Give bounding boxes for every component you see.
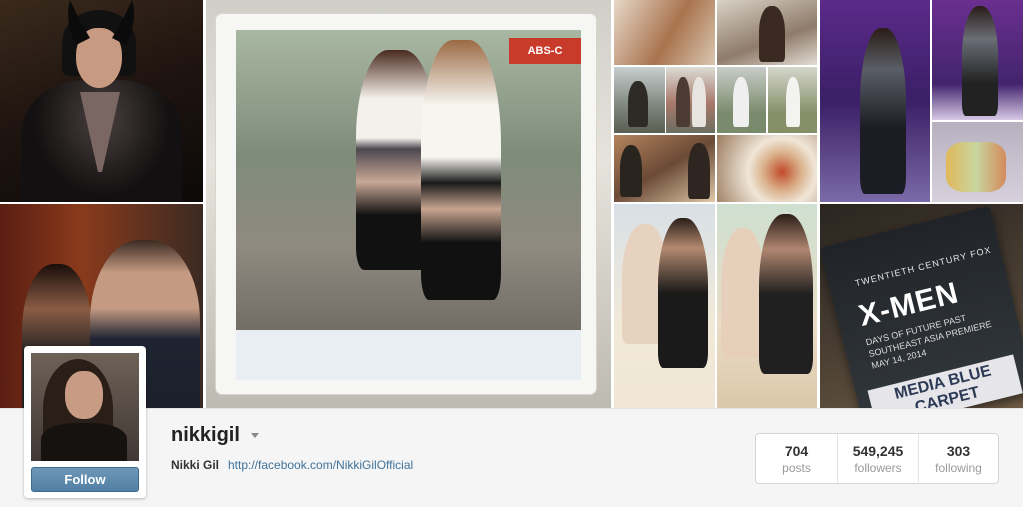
horns-graphic bbox=[68, 0, 134, 45]
photo-sign: ABS-C bbox=[509, 38, 581, 64]
photo-person bbox=[759, 6, 785, 62]
stat-followers-value: 549,245 bbox=[852, 443, 904, 459]
stat-posts-value: 704 bbox=[784, 443, 809, 459]
photo-collage-dinner[interactable] bbox=[614, 135, 715, 202]
profile-stats: 704 posts 549,245 followers 303 followin… bbox=[755, 433, 999, 484]
profile-website-link[interactable]: http://facebook.com/NikkiGilOfficial bbox=[228, 458, 413, 472]
chevron-down-icon[interactable] bbox=[251, 433, 259, 438]
photo-person bbox=[733, 77, 749, 127]
photo-collage-field-1[interactable] bbox=[614, 67, 665, 133]
avatar-face bbox=[65, 371, 103, 419]
stat-following-value: 303 bbox=[946, 443, 971, 459]
stat-following[interactable]: 303 following bbox=[918, 434, 998, 483]
photo-mosaic: ABS-C TWENTIETH CENTURY FOX X-MEN DAYS O… bbox=[0, 0, 1023, 408]
photo-person bbox=[676, 77, 690, 127]
avatar-body bbox=[41, 423, 127, 461]
photo-collage-food[interactable] bbox=[614, 0, 715, 65]
profile-page: ABS-C TWENTIETH CENTURY FOX X-MEN DAYS O… bbox=[0, 0, 1023, 507]
photo-person bbox=[860, 28, 906, 194]
stat-followers[interactable]: 549,245 followers bbox=[837, 434, 918, 483]
media-pass: TWENTIETH CENTURY FOX X-MEN DAYS OF FUTU… bbox=[820, 205, 1023, 408]
photo-collage-golf-1[interactable] bbox=[717, 67, 766, 133]
stat-followers-label: followers bbox=[854, 461, 902, 475]
photo-stage-2[interactable] bbox=[932, 0, 1023, 120]
photo-baby-smile[interactable] bbox=[717, 204, 817, 408]
profile-username: nikkigil bbox=[171, 424, 240, 446]
photo-person bbox=[688, 143, 710, 199]
avatar-card: Follow bbox=[24, 346, 146, 498]
photo-collage-cafe[interactable] bbox=[717, 0, 817, 65]
photo-person bbox=[759, 214, 813, 374]
photo-person-right bbox=[421, 40, 501, 300]
photo-collage-field-2[interactable] bbox=[666, 67, 715, 133]
photo-stage-1[interactable] bbox=[820, 0, 930, 202]
profile-full-name: Nikki Gil bbox=[171, 458, 220, 472]
stat-following-label: following bbox=[935, 461, 982, 475]
photo-shoe bbox=[946, 142, 1006, 192]
photo-person bbox=[786, 77, 800, 127]
photo-person bbox=[628, 81, 648, 127]
photo-baby-kiss[interactable] bbox=[614, 204, 715, 408]
photo-person bbox=[962, 6, 998, 116]
photo-costume[interactable] bbox=[0, 0, 203, 202]
photo-person bbox=[620, 145, 642, 197]
photo-frame-bottom bbox=[236, 330, 581, 380]
photo-person bbox=[658, 218, 708, 368]
pass-studio: TWENTIETH CENTURY FOX bbox=[854, 244, 993, 289]
avatar[interactable] bbox=[31, 353, 139, 461]
stat-posts-label: posts bbox=[782, 461, 811, 475]
stat-posts[interactable]: 704 posts bbox=[756, 434, 837, 483]
photo-collage-golf-2[interactable] bbox=[768, 67, 817, 133]
photo-frame-hug[interactable]: ABS-C bbox=[206, 0, 611, 408]
photo-stage-shoes[interactable] bbox=[932, 122, 1023, 202]
photo-person bbox=[692, 77, 706, 127]
photo-xmen-pass[interactable]: TWENTIETH CENTURY FOX X-MEN DAYS OF FUTU… bbox=[820, 204, 1023, 408]
follow-button[interactable]: Follow bbox=[31, 467, 139, 492]
photo-collage-soup[interactable] bbox=[717, 135, 817, 202]
